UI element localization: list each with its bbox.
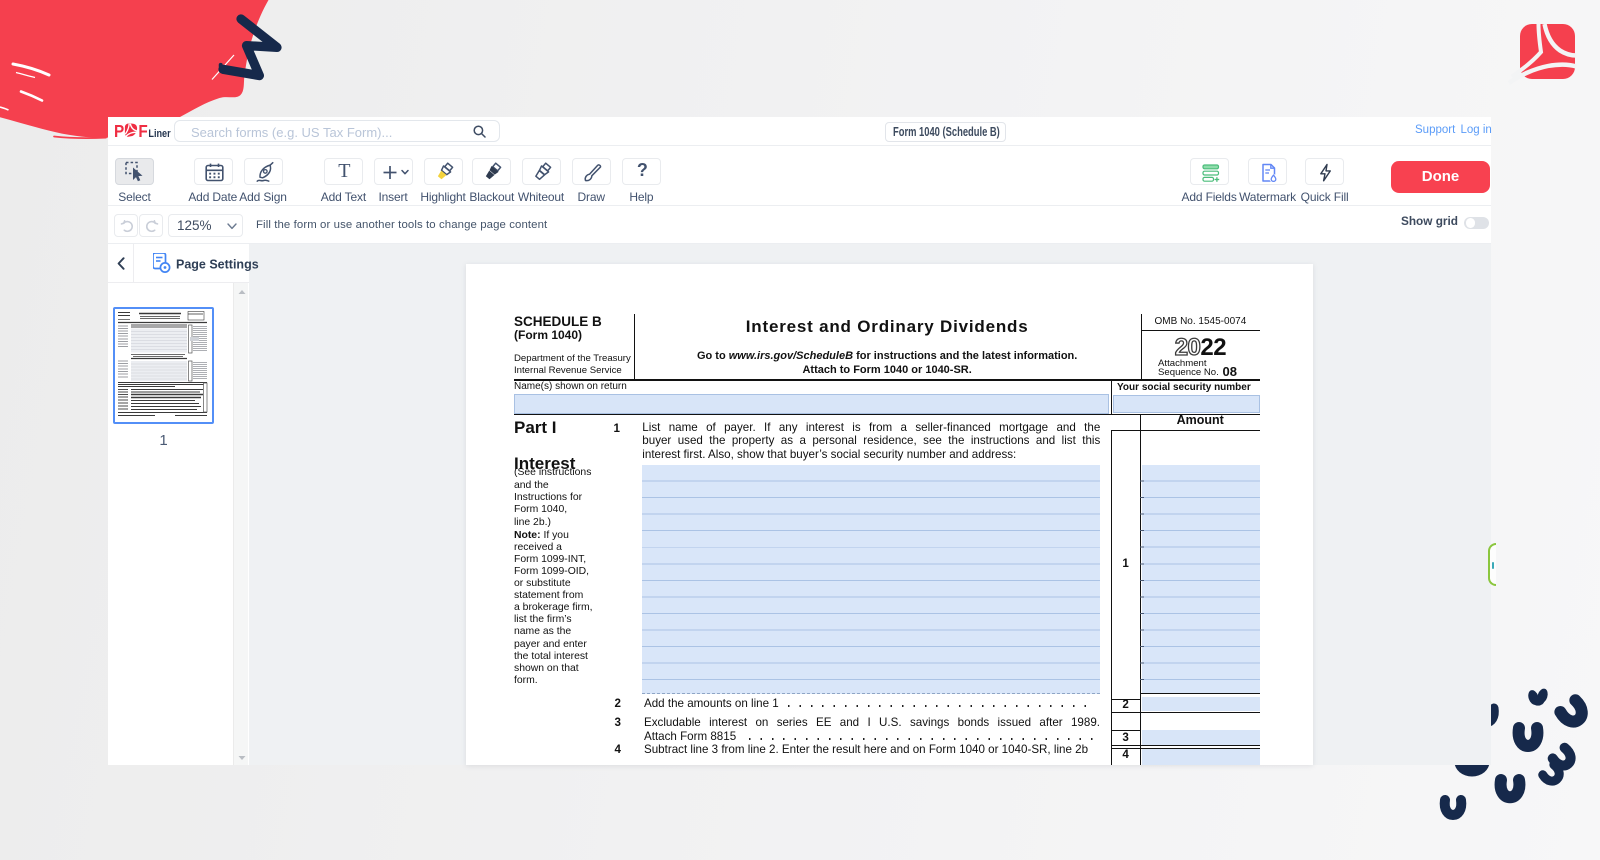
svg-text:Page Settings: Page Settings	[176, 258, 259, 272]
svg-text:Liner: Liner	[148, 128, 170, 140]
svg-text:P: P	[114, 121, 124, 141]
svg-text:F: F	[138, 121, 147, 141]
